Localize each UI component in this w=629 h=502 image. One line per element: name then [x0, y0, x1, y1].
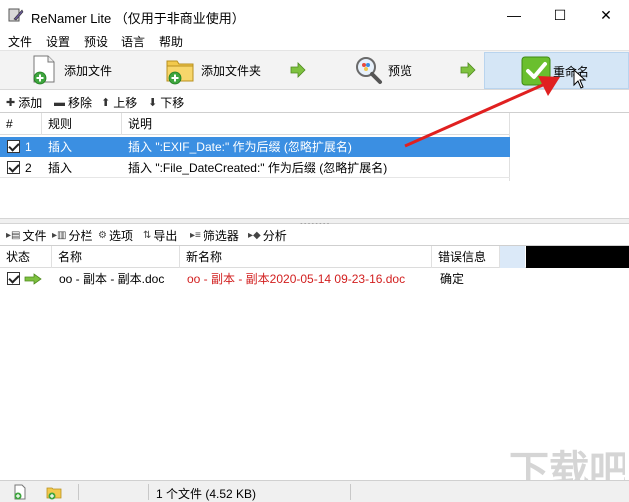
arrow-right-icon: [460, 62, 476, 78]
rules-header: # 规则 说明: [0, 113, 510, 135]
file-row[interactable]: oo - 副本 - 副本.doc oo - 副本 - 副本2020-05-14 …: [0, 269, 629, 289]
move-down-button[interactable]: ⬇ 下移: [148, 94, 184, 111]
plus-icon: ✚: [6, 97, 16, 109]
redacted-block: [526, 246, 629, 268]
menu-file[interactable]: 文件: [8, 33, 32, 50]
move-up-button[interactable]: ⬆ 上移: [101, 94, 137, 111]
minimize-button[interactable]: —: [491, 0, 537, 30]
file-new-name: oo - 副本 - 副本2020-05-14 09-23-16.doc: [187, 272, 406, 286]
add-rule-label: 添加: [18, 96, 43, 110]
files-header: 状态 名称 新名称 错误信息: [0, 246, 629, 268]
maximize-button[interactable]: ☐: [537, 0, 583, 30]
move-up-label: 上移: [113, 96, 138, 110]
arrow-up-icon: ⬆: [101, 97, 111, 109]
filter-menu-button[interactable]: ▸≡ 筛选器: [190, 227, 239, 244]
analyze-icon: ▸◆: [248, 230, 261, 241]
rename-button[interactable]: 重命名: [484, 52, 629, 89]
file-name: oo - 副本 - 副本.doc: [59, 272, 165, 286]
add-folder-icon: [166, 60, 194, 85]
arrow-right-icon: [24, 273, 42, 285]
menu-language[interactable]: 语言: [121, 33, 145, 50]
minus-icon: ▬: [54, 96, 65, 109]
status-separator: [350, 484, 351, 500]
export-menu-button[interactable]: ⇅ 导出: [143, 227, 177, 244]
rule-name: 插入: [48, 140, 73, 154]
export-menu-label: 导出: [153, 229, 178, 243]
add-file-icon: [33, 55, 55, 85]
columns-menu-label: 分栏: [68, 229, 93, 243]
column-number[interactable]: #: [0, 113, 42, 135]
analyze-menu-button[interactable]: ▸◆ 分析: [248, 227, 287, 244]
preview-label: 预览: [388, 63, 413, 78]
add-files-button[interactable]: 添加文件: [30, 51, 112, 89]
menu-settings[interactable]: 设置: [46, 33, 70, 50]
arrow-right-icon: [290, 62, 306, 78]
column-error[interactable]: 错误信息: [432, 246, 500, 268]
arrow-down-icon: ⬇: [148, 97, 158, 109]
mouse-cursor-icon: [573, 69, 587, 89]
analyze-menu-label: 分析: [262, 229, 287, 243]
filter-icon: ▸≡: [190, 230, 201, 241]
column-new-name[interactable]: 新名称: [180, 246, 432, 268]
status-file-count: 1 个文件 (4.52 KB): [156, 487, 257, 501]
rule-row[interactable]: 1 插入 插入 ":EXIF_Date:" 作为后缀 (忽略扩展名): [0, 137, 510, 157]
rule-name: 插入: [48, 161, 73, 175]
options-menu-button[interactable]: ⚙ 选项: [98, 227, 133, 244]
rule-number: 1: [25, 140, 32, 154]
app-icon: [8, 8, 24, 22]
menu-help[interactable]: 帮助: [159, 33, 183, 50]
column-rule[interactable]: 规则: [42, 113, 122, 135]
files-menu-label: 文件: [22, 229, 47, 243]
rule-number: 2: [25, 161, 32, 175]
main-toolbar: 添加文件 添加文件夹 预览 重命名: [0, 50, 629, 90]
magnifier-icon: [356, 57, 382, 84]
rules-toolbar: ✚ 添加 ▬ 移除 ⬆ 上移 ⬇ 下移: [0, 91, 629, 111]
remove-rule-label: 移除: [68, 96, 93, 110]
column-status[interactable]: 状态: [0, 246, 52, 268]
title-bar: ReNamer Lite （仅用于非商业使用） — ☐ ✕: [0, 0, 629, 30]
file-error: 确定: [440, 272, 465, 286]
status-separator: [78, 484, 79, 500]
rule-checkbox[interactable]: [7, 161, 20, 174]
preview-button[interactable]: 预览: [352, 51, 412, 89]
add-folder-small-icon[interactable]: [46, 484, 62, 500]
filter-menu-label: 筛选器: [202, 229, 239, 243]
close-button[interactable]: ✕: [583, 0, 629, 30]
window-title: ReNamer Lite （仅用于非商业使用）: [31, 11, 245, 26]
checkmark-icon: [521, 56, 551, 86]
add-rule-button[interactable]: ✚ 添加: [6, 94, 42, 111]
rule-checkbox[interactable]: [7, 140, 20, 153]
remove-rule-button[interactable]: ▬ 移除: [54, 94, 92, 111]
file-checkbox[interactable]: [7, 272, 20, 285]
column-name[interactable]: 名称: [52, 246, 180, 268]
status-separator: [148, 484, 149, 500]
files-menu-button[interactable]: ▸▤ 文件: [6, 227, 46, 244]
options-icon: ⚙: [98, 230, 107, 241]
move-down-label: 下移: [160, 96, 185, 110]
menu-bar: 文件 设置 预设 语言 帮助: [0, 30, 629, 50]
status-bar: 1 个文件 (4.52 KB): [0, 480, 629, 502]
menu-arrow-icon: ▸▥: [52, 230, 67, 241]
column-filler: [500, 246, 525, 268]
add-file-small-icon[interactable]: [12, 484, 28, 500]
files-toolbar: ▸▤ 文件 ▸▥ 分栏 ⚙ 选项 ⇅ 导出 ▸≡ 筛选器 ▸◆ 分析: [0, 224, 629, 244]
add-folder-button[interactable]: 添加文件夹: [165, 51, 261, 89]
rule-description: 插入 ":EXIF_Date:" 作为后缀 (忽略扩展名): [128, 140, 352, 154]
add-files-label: 添加文件: [64, 63, 113, 78]
add-folder-label: 添加文件夹: [201, 63, 262, 78]
rule-description: 插入 ":File_DateCreated:" 作为后缀 (忽略扩展名): [128, 161, 388, 175]
menu-arrow-icon: ▸▤: [6, 230, 21, 241]
rules-list[interactable]: # 规则 说明 1 插入 插入 ":EXIF_Date:" 作为后缀 (忽略扩展…: [0, 112, 629, 218]
options-menu-label: 选项: [108, 229, 133, 243]
columns-menu-button[interactable]: ▸▥ 分栏: [52, 227, 92, 244]
menu-presets[interactable]: 预设: [84, 33, 108, 50]
rule-row[interactable]: 2 插入 插入 ":File_DateCreated:" 作为后缀 (忽略扩展名…: [0, 158, 510, 178]
column-description[interactable]: 说明: [122, 113, 510, 135]
export-icon: ⇅: [143, 230, 152, 241]
